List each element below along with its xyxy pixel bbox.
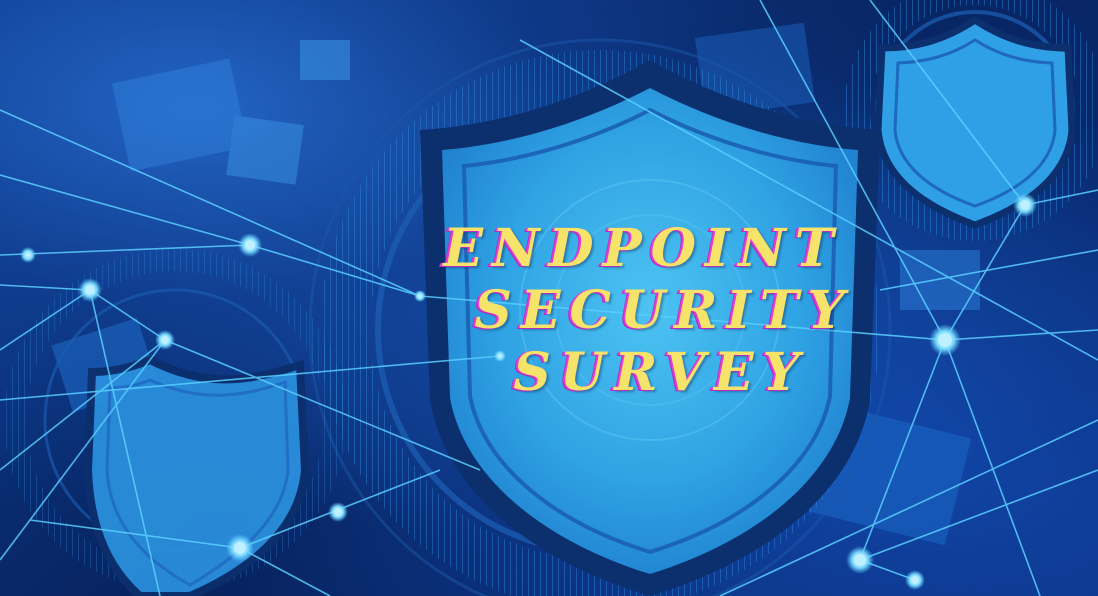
shield-icon-left	[83, 355, 310, 596]
survey-title: ENDPOINT SECURITY SURVEY	[420, 218, 880, 404]
title-line-2: SECURITY	[474, 280, 854, 341]
hero-image: ENDPOINT SECURITY SURVEY	[0, 0, 1098, 596]
title-line-3: SURVEY	[513, 342, 809, 403]
title-line-1: ENDPOINT	[443, 218, 843, 279]
